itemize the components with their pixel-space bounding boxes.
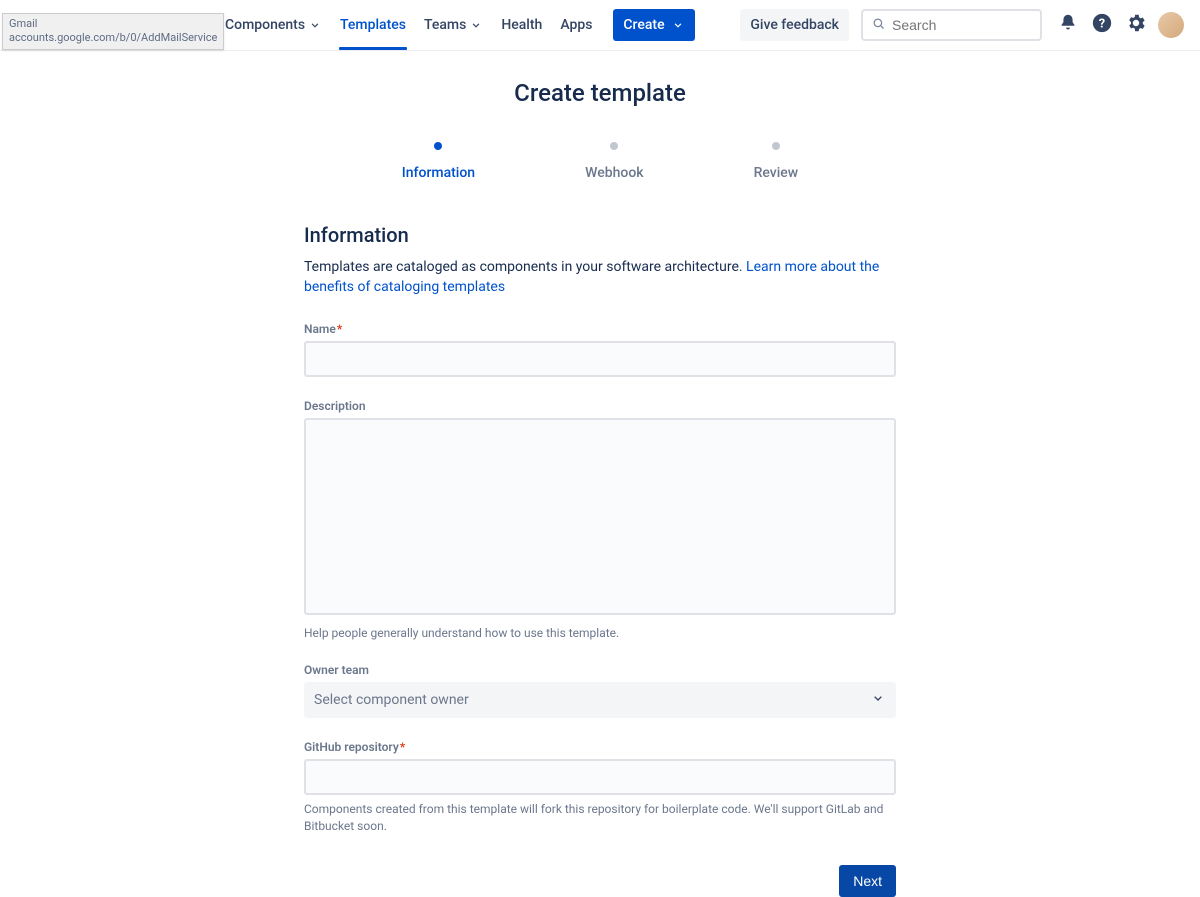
name-label-text: Name bbox=[304, 322, 336, 336]
page-content: Create template Information Webhook Revi… bbox=[0, 51, 1200, 897]
github-repo-label-text: GitHub repository bbox=[304, 740, 399, 754]
nav-teams[interactable]: Teams bbox=[415, 0, 492, 50]
step-dot bbox=[434, 142, 442, 150]
name-label: Name* bbox=[304, 322, 896, 336]
field-name: Name* bbox=[304, 322, 896, 377]
description-textarea[interactable] bbox=[304, 418, 896, 615]
step-review-label: Review bbox=[754, 165, 799, 181]
chevron-down-icon bbox=[308, 18, 322, 32]
chevron-down-icon bbox=[870, 690, 886, 710]
step-dot bbox=[610, 142, 618, 150]
nav-templates[interactable]: Templates bbox=[331, 0, 415, 50]
description-label: Description bbox=[304, 399, 896, 413]
gear-icon bbox=[1125, 12, 1147, 38]
description-help: Help people generally understand how to … bbox=[304, 625, 896, 642]
create-button-label: Create bbox=[623, 17, 664, 33]
chevron-down-icon bbox=[671, 18, 685, 32]
owner-team-select[interactable]: Select component owner bbox=[304, 682, 896, 718]
svg-text:?: ? bbox=[1099, 17, 1105, 32]
bell-icon bbox=[1057, 12, 1079, 38]
nav-templates-label: Templates bbox=[340, 17, 406, 33]
nav-teams-label: Teams bbox=[424, 17, 466, 33]
next-button[interactable]: Next bbox=[839, 865, 896, 897]
step-information-label: Information bbox=[402, 165, 475, 181]
field-description: Description Help people generally unders… bbox=[304, 399, 896, 642]
create-button[interactable]: Create bbox=[613, 9, 694, 41]
section-title: Information bbox=[304, 223, 896, 247]
avatar[interactable] bbox=[1158, 12, 1184, 38]
tooltip-title: Gmail bbox=[9, 17, 217, 31]
nav-health[interactable]: Health bbox=[492, 0, 551, 50]
github-repo-input[interactable] bbox=[304, 759, 896, 795]
form-actions: Next bbox=[304, 865, 896, 897]
field-owner-team: Owner team Select component owner bbox=[304, 663, 896, 718]
search-box[interactable] bbox=[861, 9, 1042, 41]
owner-team-label: Owner team bbox=[304, 663, 896, 677]
form: Information Templates are cataloged as c… bbox=[304, 223, 896, 897]
nav-health-label: Health bbox=[501, 17, 542, 33]
step-information[interactable]: Information bbox=[402, 142, 475, 181]
section-description-text: Templates are cataloged as components in… bbox=[304, 259, 746, 275]
github-repo-help: Components created from this template wi… bbox=[304, 801, 896, 835]
settings-button[interactable] bbox=[1120, 9, 1152, 41]
give-feedback-button[interactable]: Give feedback bbox=[740, 9, 849, 41]
field-github-repository: GitHub repository* Components created fr… bbox=[304, 740, 896, 835]
nav-components[interactable]: Components bbox=[216, 0, 331, 50]
owner-team-placeholder: Select component owner bbox=[314, 692, 469, 708]
search-input[interactable] bbox=[892, 17, 1032, 33]
give-feedback-label: Give feedback bbox=[750, 17, 839, 33]
page-title: Create template bbox=[514, 79, 686, 107]
stepper: Information Webhook Review bbox=[402, 142, 798, 181]
nav-items: Components Templates Teams Health Apps C… bbox=[216, 0, 695, 50]
notifications-button[interactable] bbox=[1052, 9, 1084, 41]
required-marker: * bbox=[400, 740, 405, 754]
nav-components-label: Components bbox=[225, 17, 305, 33]
link-preview-tooltip: Gmail accounts.google.com/b/0/AddMailSer… bbox=[2, 13, 224, 50]
step-dot bbox=[772, 142, 780, 150]
nav-apps[interactable]: Apps bbox=[551, 0, 601, 50]
nav-apps-label: Apps bbox=[560, 17, 592, 33]
step-review[interactable]: Review bbox=[754, 142, 799, 181]
help-button[interactable]: ? bbox=[1086, 9, 1118, 41]
tooltip-url: accounts.google.com/b/0/AddMailService bbox=[9, 31, 217, 45]
name-input[interactable] bbox=[304, 341, 896, 377]
github-repo-label: GitHub repository* bbox=[304, 740, 896, 754]
help-icon: ? bbox=[1091, 12, 1113, 38]
step-webhook-label: Webhook bbox=[585, 165, 643, 181]
required-marker: * bbox=[337, 322, 342, 336]
step-webhook[interactable]: Webhook bbox=[585, 142, 643, 181]
chevron-down-icon bbox=[469, 18, 483, 32]
section-description: Templates are cataloged as components in… bbox=[304, 257, 896, 298]
search-icon bbox=[871, 16, 892, 35]
